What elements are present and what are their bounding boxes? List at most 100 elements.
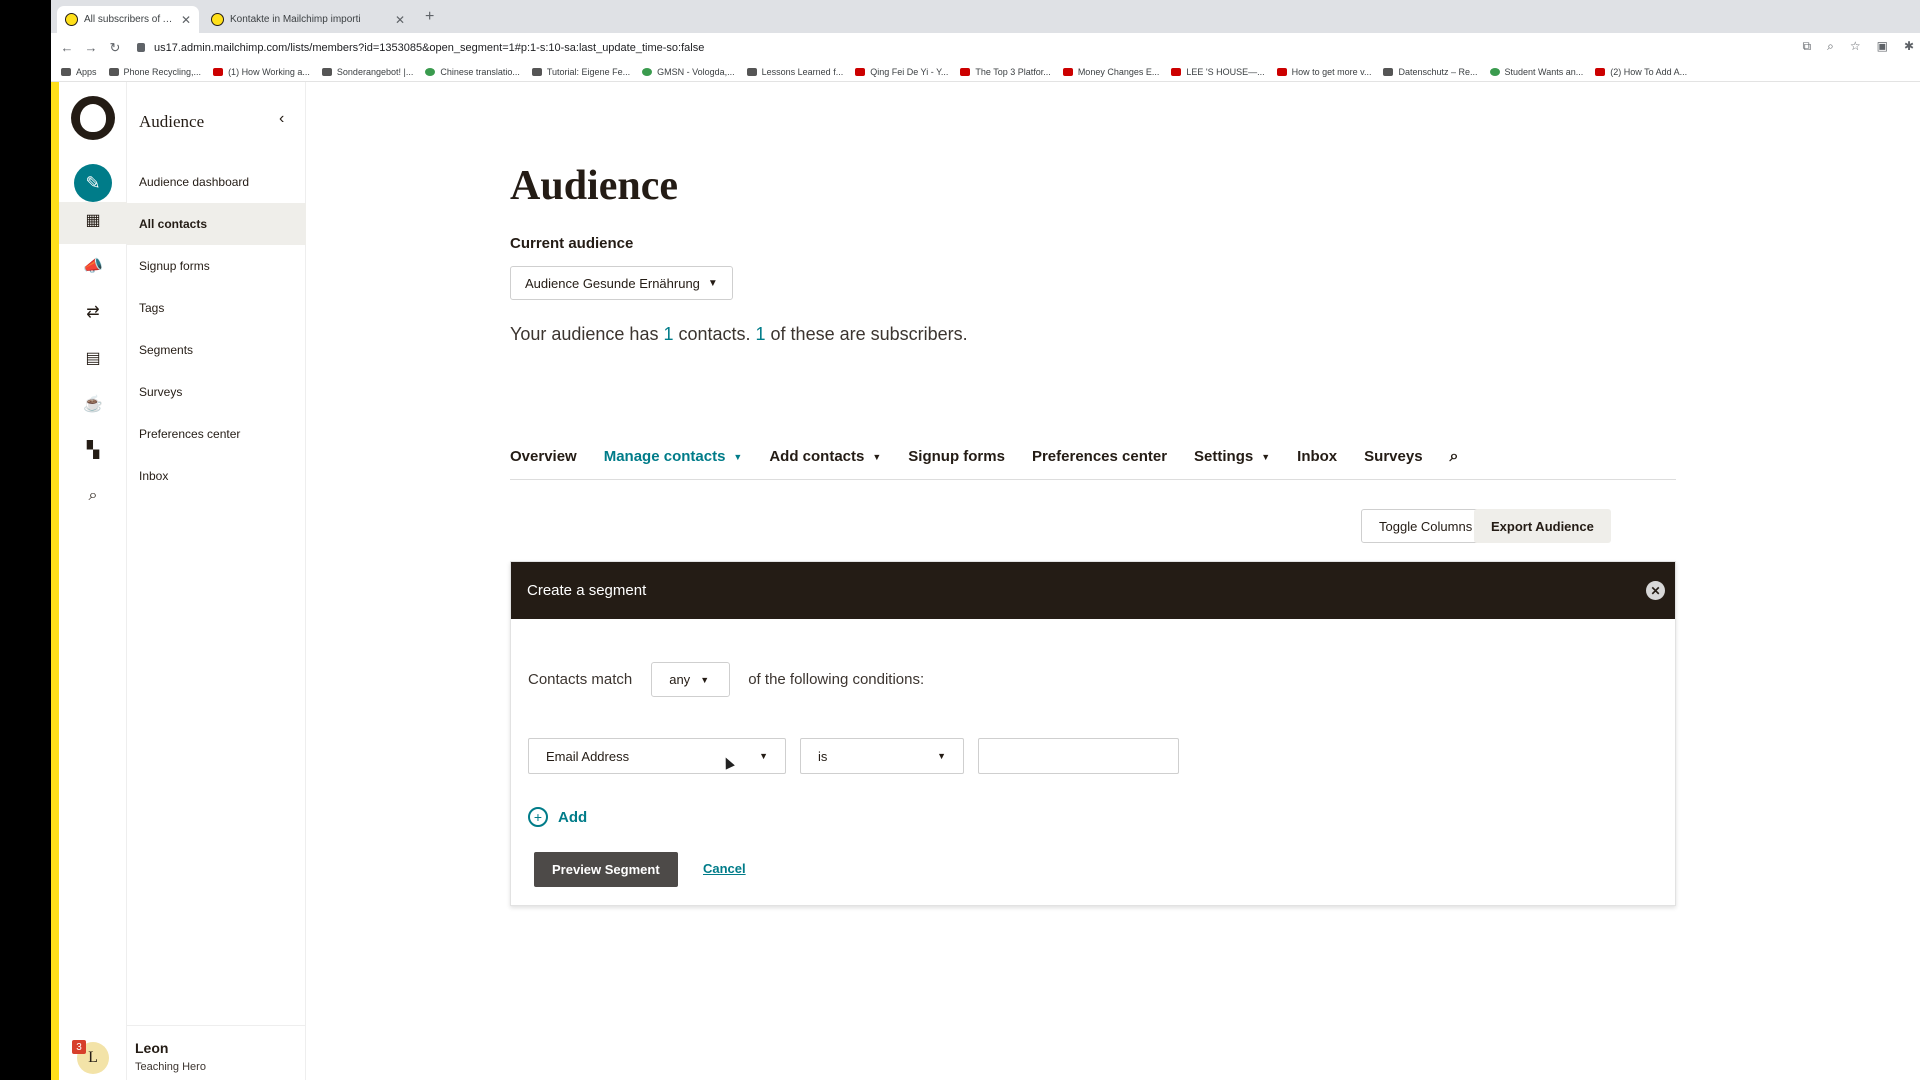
tab-signup-forms[interactable]: Signup forms [908, 448, 1005, 465]
chevron-down-icon: ▼ [733, 451, 743, 462]
audience-icon[interactable]: ▦ [79, 206, 107, 234]
bookmark-favicon-icon [1489, 67, 1500, 76]
condition-field-select[interactable]: Email Address ▼ [528, 738, 786, 774]
bookmark-item[interactable]: Student Wants an... [1489, 67, 1583, 77]
website-icon[interactable]: ▤ [79, 344, 107, 372]
bookmark-item[interactable]: Phone Recycling,... [108, 66, 202, 77]
tab-inbox[interactable]: Inbox [1297, 448, 1337, 465]
bookmark-item[interactable]: How to get more v... [1276, 66, 1372, 77]
browser-tab-active[interactable]: All subscribers of Audience G ✕ [57, 6, 199, 33]
back-arrow-icon[interactable]: ← [55, 40, 79, 55]
zoom-icon[interactable]: ⌕ [1827, 39, 1834, 54]
automations-icon[interactable]: ⇄ [79, 298, 107, 326]
match-row: Contacts match any ▼ of the following co… [528, 662, 924, 697]
bookmark-label: Phone Recycling,... [123, 66, 202, 77]
tab-add-contacts[interactable]: Add contacts ▼ [769, 448, 881, 465]
bookmark-item[interactable]: GMSN - Vologda,... [642, 67, 735, 77]
address-bar: ← → ↻ us17.admin.mailchimp.com/lists/mem… [51, 33, 1920, 62]
bookmark-apps[interactable]: Apps [61, 67, 97, 77]
browser-tab-label: Kontakte in Mailchimp importi [230, 14, 361, 25]
condition-value-input[interactable] [978, 738, 1179, 774]
sidebar-item-all-contacts[interactable]: All contacts [127, 203, 306, 245]
sidebar-item-tags[interactable]: Tags [127, 287, 306, 329]
bookmark-item[interactable]: Money Changes E... [1062, 66, 1160, 77]
new-tab-icon[interactable]: + [425, 8, 434, 26]
browser-window: All subscribers of Audience G ✕ Kontakte… [51, 0, 1920, 1080]
tab-surveys[interactable]: Surveys [1364, 448, 1422, 465]
forward-arrow-icon[interactable]: → [79, 40, 103, 55]
bookmark-label: The Top 3 Platfor... [975, 66, 1051, 77]
extension-icon[interactable]: ▣ [1877, 39, 1888, 54]
sidebar-item-label: Surveys [139, 385, 183, 399]
audience-tabs: Overview Manage contacts ▼ Add contacts ▼ … [510, 448, 1676, 480]
condition-operator-value: is [818, 748, 828, 764]
bookmark-star-icon[interactable]: ☆ [1850, 39, 1861, 54]
sidebar-item-audience-dashboard[interactable]: Audience dashboard [127, 161, 306, 203]
tab-preferences-center[interactable]: Preferences center [1032, 448, 1167, 465]
subscribers-count-link[interactable]: 1 [756, 324, 766, 344]
condition-operator-select[interactable]: is ▼ [800, 738, 964, 774]
close-tab-icon[interactable]: ✕ [395, 13, 405, 27]
sidebar-item-preferences-center[interactable]: Preferences center [127, 413, 306, 455]
url-field[interactable]: us17.admin.mailchimp.com/lists/members?i… [137, 42, 704, 54]
browser-tab[interactable]: Kontakte in Mailchimp importi ✕ [203, 6, 413, 33]
mailchimp-favicon-icon [211, 13, 224, 26]
match-suffix-label: of the following conditions: [748, 671, 925, 688]
search-icon[interactable]: ⌕ [79, 482, 107, 510]
audience-name: Audience Gesunde Ernährung [525, 275, 700, 291]
export-audience-button[interactable]: Export Audience [1474, 509, 1611, 543]
bookmark-label: Lessons Learned f... [761, 66, 844, 77]
bookmark-label: Tutorial: Eigene Fe... [546, 66, 631, 77]
bookmark-item[interactable]: The Top 3 Platfor... [960, 66, 1051, 77]
close-icon[interactable]: ✕ [1646, 581, 1665, 600]
tab-label: Add contacts [769, 448, 865, 465]
collapse-chevron-icon[interactable]: ‹ [279, 110, 284, 128]
add-condition-button[interactable]: + Add [528, 807, 587, 827]
condition-field-value: Email Address [546, 748, 630, 764]
sidebar-item-surveys[interactable]: Surveys [127, 371, 306, 413]
notification-badge[interactable]: 3 [72, 1040, 86, 1054]
integrations-grid-icon[interactable]: ▚ [79, 436, 107, 464]
cancel-link[interactable]: Cancel [703, 861, 746, 876]
translate-icon[interactable]: ⧉ [1803, 39, 1812, 54]
bookmark-favicon-icon [321, 67, 332, 76]
contacts-count-link[interactable]: 1 [663, 324, 673, 344]
sidebar-item-inbox[interactable]: Inbox [127, 455, 306, 497]
tab-overview[interactable]: Overview [510, 448, 577, 465]
search-icon[interactable]: ⌕ [1450, 448, 1459, 466]
bookmark-item[interactable]: Tutorial: Eigene Fe... [531, 66, 631, 77]
chevron-down-icon: ▼ [707, 277, 718, 289]
close-tab-icon[interactable]: ✕ [181, 13, 191, 27]
preview-segment-button[interactable]: Preview Segment [534, 852, 678, 887]
mailchimp-logo-icon[interactable] [71, 96, 115, 140]
user-profile[interactable]: Leon Teaching Hero [127, 1025, 306, 1080]
bookmark-item[interactable]: (2) How To Add A... [1595, 67, 1687, 77]
bookmark-item[interactable]: Datenschutz – Re... [1383, 67, 1478, 77]
bookmark-label: Money Changes E... [1077, 66, 1160, 77]
sidebar-item-signup-forms[interactable]: Signup forms [127, 245, 306, 287]
tab-label: Settings [1194, 448, 1254, 465]
tab-label: Overview [510, 448, 577, 465]
bookmark-item[interactable]: Lessons Learned f... [746, 66, 844, 77]
puzzle-icon[interactable]: ✱ [1904, 39, 1914, 54]
bookmark-favicon-icon [425, 67, 436, 76]
content-studio-icon[interactable]: ☕ [79, 390, 107, 418]
bookmark-item[interactable]: Chinese translatio... [425, 67, 520, 77]
bookmark-item[interactable]: Qing Fei De Yi - Y... [855, 67, 948, 77]
tab-label: Manage contacts [603, 448, 726, 465]
tab-manage-contacts[interactable]: Manage contacts ▼ [604, 448, 743, 465]
tab-settings[interactable]: Settings ▼ [1194, 448, 1270, 465]
current-audience-label: Current audience [510, 235, 634, 252]
sidebar-item-label: Tags [139, 301, 165, 315]
sidebar-item-segments[interactable]: Segments [127, 329, 306, 371]
audience-selector[interactable]: Audience Gesunde Ernährung ▼ [510, 266, 733, 300]
match-type-select[interactable]: any ▼ [651, 662, 731, 697]
user-name: Leon [135, 1040, 169, 1056]
create-pencil-icon[interactable]: ✎ [74, 164, 112, 202]
bookmark-item[interactable]: LEE 'S HOUSE—... [1171, 67, 1265, 77]
campaigns-megaphone-icon[interactable]: 📣 [79, 252, 107, 280]
reload-icon[interactable]: ↻ [103, 40, 127, 56]
bookmark-item[interactable]: Sonderangebot! |... [321, 67, 413, 77]
bookmark-label: How to get more v... [1291, 66, 1372, 77]
bookmark-item[interactable]: (1) How Working a... [213, 67, 310, 77]
